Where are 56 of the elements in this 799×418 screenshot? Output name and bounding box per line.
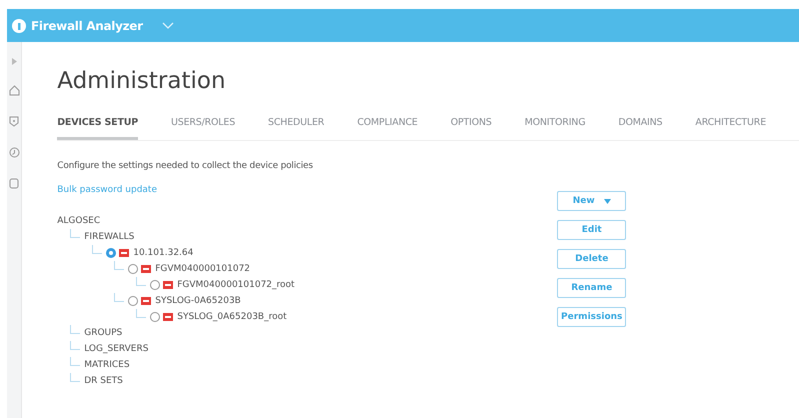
- action-button[interactable]: Rename: [557, 278, 626, 298]
- firewall-icon: [163, 281, 174, 289]
- tree-connector: [136, 308, 146, 318]
- home-icon[interactable]: [8, 85, 20, 96]
- radio-button[interactable]: [128, 296, 138, 306]
- radio-button[interactable]: [106, 248, 116, 258]
- tree-connector: [92, 244, 102, 254]
- app-title: Firewall Analyzer: [31, 18, 143, 32]
- firewall-icon: [119, 249, 130, 257]
- folder-label[interactable]: FIREWALLS: [84, 232, 134, 242]
- shield-icon[interactable]: [9, 116, 20, 127]
- tree-connector: [114, 292, 124, 302]
- firewall-icon: [163, 313, 174, 321]
- tab[interactable]: OPTIONS: [450, 113, 492, 140]
- page-title: Administration: [57, 68, 227, 94]
- folder-label[interactable]: LOG_SERVERS: [84, 344, 148, 354]
- action-button[interactable]: Delete: [557, 249, 626, 269]
- description-text: Configure the settings needed to collect the device policies: [57, 161, 314, 171]
- tree-connector: [70, 356, 80, 366]
- tab[interactable]: MONITORING: [524, 113, 586, 140]
- device-label: SYSLOG-0A65203B: [155, 296, 241, 306]
- tree-connector: [70, 324, 80, 334]
- folder-label[interactable]: ALGOSEC: [57, 216, 100, 226]
- folder-label[interactable]: MATRICES: [84, 360, 130, 370]
- device-label: FGVM040000101072: [155, 264, 250, 274]
- caret-icon: [604, 198, 611, 204]
- tab[interactable]: DEVICES SETUP: [57, 113, 138, 140]
- folder-label[interactable]: DR SETS: [84, 376, 123, 386]
- tab[interactable]: COMPLIANCE: [357, 113, 418, 140]
- folder-label[interactable]: GROUPS: [84, 328, 122, 338]
- action-button[interactable]: New: [557, 191, 626, 211]
- expand-icon[interactable]: [12, 58, 17, 65]
- tree-connector: [136, 276, 146, 286]
- firewall-icon: [141, 265, 152, 273]
- radio-button[interactable]: [128, 264, 138, 274]
- tab[interactable]: SCHEDULER: [268, 113, 324, 140]
- action-button[interactable]: Edit: [557, 220, 626, 240]
- tree-connector: [70, 228, 80, 238]
- tree-connector: [114, 260, 124, 270]
- tab[interactable]: DOMAINS: [618, 113, 662, 140]
- logo-icon: [12, 18, 26, 32]
- document-icon[interactable]: [9, 178, 20, 189]
- action-button[interactable]: Permissions: [557, 307, 626, 327]
- bulk-password-link[interactable]: Bulk password update: [57, 185, 157, 195]
- device-label: FGVM040000101072_root: [177, 280, 295, 290]
- clock-icon[interactable]: [8, 147, 20, 158]
- tab[interactable]: ARCHITECTURE: [695, 113, 766, 140]
- tab[interactable]: USERS/ROLES: [171, 113, 236, 140]
- firewall-icon: [141, 297, 152, 305]
- device-label: 10.101.32.64: [133, 248, 194, 258]
- radio-button[interactable]: [150, 280, 160, 290]
- tree-connector: [70, 340, 80, 350]
- device-label: SYSLOG_0A65203B_root: [177, 312, 287, 322]
- chevron-down-icon[interactable]: [162, 22, 174, 30]
- radio-button[interactable]: [150, 312, 160, 322]
- tree-connector: [70, 372, 80, 382]
